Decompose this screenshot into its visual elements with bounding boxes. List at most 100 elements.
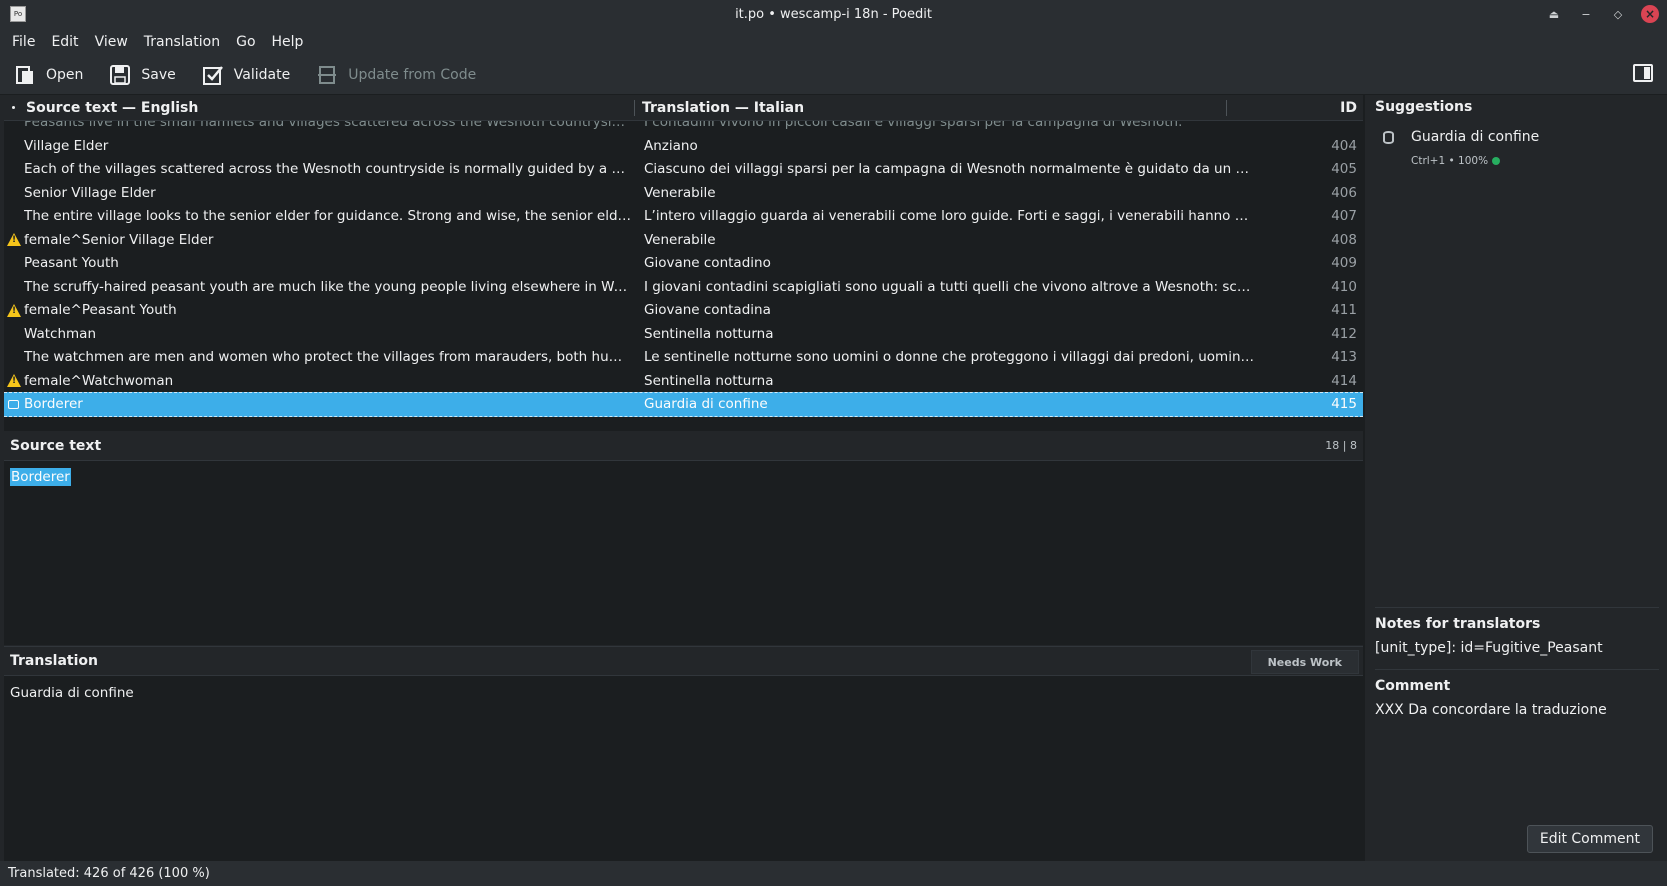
row-id: 407 <box>1331 208 1357 224</box>
row-translation: Anziano <box>644 137 698 154</box>
table-row[interactable]: The scruffy-haired peasant youth are muc… <box>4 274 1363 299</box>
table-row[interactable]: female^Senior Village Elder Venerabile 408 <box>4 227 1363 252</box>
save-button[interactable]: Save <box>109 64 176 86</box>
suggestions-title: Suggestions <box>1375 99 1473 115</box>
edit-comment-button[interactable]: Edit Comment <box>1526 825 1653 853</box>
source-text-label: Source text <box>10 437 102 454</box>
status-text: Translated: 426 of 426 (100 %) <box>8 866 210 881</box>
table-row-selected[interactable]: Borderer Guardia di confine 415 <box>4 391 1363 417</box>
close-icon[interactable]: × <box>1641 5 1659 23</box>
row-translation: Ciascuno dei villaggi sparsi per la camp… <box>644 161 1256 177</box>
row-translation: Sentinella notturna <box>644 372 774 389</box>
validate-check-icon <box>202 65 223 85</box>
validate-button[interactable]: Validate <box>202 64 290 86</box>
row-source: The watchmen are men and women who prote… <box>24 349 632 365</box>
row-source: Borderer <box>24 396 83 412</box>
maximize-icon[interactable]: ◇ <box>1609 5 1627 23</box>
table-row[interactable]: female^Peasant Youth Giovane contadina 411 <box>4 298 1363 323</box>
menu-edit[interactable]: Edit <box>43 34 86 50</box>
row-id: 409 <box>1331 255 1357 271</box>
comment-text: XXX Da concordare la traduzione <box>1375 702 1607 718</box>
table-row[interactable]: The entire village looks to the senior e… <box>4 204 1363 229</box>
table-row[interactable]: Watchman Sentinella notturna 412 <box>4 321 1363 346</box>
row-id: 405 <box>1331 161 1357 177</box>
menu-help[interactable]: Help <box>264 34 312 50</box>
table-row[interactable]: Each of the villages scattered across th… <box>4 157 1363 182</box>
save-label: Save <box>141 66 176 83</box>
suggestion-text: Guardia di confine <box>1411 129 1540 145</box>
row-id: 414 <box>1331 372 1357 389</box>
table-row[interactable]: Senior Village Elder Venerabile 406 <box>4 180 1363 205</box>
update-icon <box>318 65 337 84</box>
column-source[interactable]: Source text — English <box>26 100 198 116</box>
row-source: female^Peasant Youth <box>24 302 177 318</box>
row-translation: L’intero villaggio guarda ai venerabili … <box>644 208 1256 224</box>
row-source: female^Senior Village Elder <box>24 231 214 248</box>
row-translation: Venerabile <box>644 184 716 201</box>
row-translation: Guardia di confine <box>644 396 768 412</box>
sidebar-divider <box>1375 669 1659 670</box>
notes-text: [unit_type]: id=Fugitive_Peasant <box>1375 640 1603 656</box>
title-bar: Po it.po • wescamp-i 18n - Poedit ⏏ − ◇ … <box>0 0 1667 28</box>
warning-icon <box>7 233 21 246</box>
row-translation: Giovane contadino <box>644 255 771 271</box>
row-id: 415 <box>1331 396 1357 412</box>
strings-list: Source text — English Translation — Ital… <box>4 95 1363 431</box>
row-id: 406 <box>1331 184 1357 201</box>
warning-icon <box>7 303 21 317</box>
comment-icon <box>8 399 19 409</box>
status-bar: Translated: 426 of 426 (100 %) <box>0 861 1667 886</box>
sort-indicator-icon[interactable] <box>12 106 15 109</box>
list-body: Peasants live in the small hamlets and v… <box>4 121 1363 431</box>
row-source: Peasant Youth <box>24 255 119 271</box>
update-label: Update from Code <box>348 66 477 83</box>
open-button[interactable]: Open <box>14 64 83 86</box>
row-translation: I giovani contadini scapigliati sono ugu… <box>644 278 1256 295</box>
keep-above-icon[interactable]: ⏏ <box>1545 5 1563 23</box>
row-translation: Venerabile <box>644 231 716 248</box>
row-source: The entire village looks to the senior e… <box>24 208 632 224</box>
update-from-code-button[interactable]: Update from Code <box>316 64 476 86</box>
row-translation: Sentinella notturna <box>644 325 774 342</box>
warning-icon <box>7 374 21 387</box>
row-source: Senior Village Elder <box>24 184 156 201</box>
row-translation: I contadini vivono in piccoli casali e v… <box>644 121 1183 130</box>
table-row[interactable]: Peasant Youth Giovane contadino 409 <box>4 251 1363 276</box>
sidebar-divider <box>1375 607 1659 608</box>
translation-input[interactable]: Guardia di confine <box>4 676 1363 861</box>
open-file-icon <box>16 65 33 84</box>
row-id: 410 <box>1331 278 1357 295</box>
source-counts: 18 | 8 <box>1325 439 1357 452</box>
row-id: 412 <box>1331 325 1357 342</box>
row-id: 408 <box>1331 231 1357 248</box>
column-translation[interactable]: Translation — Italian <box>642 100 804 116</box>
row-translation: Giovane contadina <box>644 302 771 318</box>
menu-file[interactable]: File <box>4 34 43 50</box>
table-row[interactable]: female^Watchwoman Sentinella notturna 414 <box>4 368 1363 393</box>
menu-view[interactable]: View <box>87 34 136 50</box>
table-row[interactable]: Village Elder Anziano 404 <box>4 133 1363 158</box>
source-text-header: Source text 18 | 8 <box>4 431 1363 461</box>
window-title: it.po • wescamp-i 18n - Poedit <box>735 6 932 22</box>
poedit-app-icon[interactable]: Po <box>10 6 26 22</box>
column-separator[interactable] <box>634 100 635 116</box>
column-id[interactable]: ID <box>1340 100 1357 116</box>
row-source: Watchman <box>24 325 97 342</box>
row-id: 411 <box>1331 302 1357 318</box>
validate-label: Validate <box>233 66 291 83</box>
menu-translation[interactable]: Translation <box>136 34 228 50</box>
source-text-view[interactable]: Borderer <box>4 461 1363 645</box>
sidebar-toggle-icon[interactable] <box>1633 64 1653 82</box>
minimize-icon[interactable]: − <box>1577 5 1595 23</box>
menu-go[interactable]: Go <box>228 34 263 50</box>
toolbar: Open Save Validate Update from Code <box>0 55 1667 95</box>
row-id: 413 <box>1331 349 1357 365</box>
save-icon <box>110 64 131 85</box>
row-source: The scruffy-haired peasant youth are muc… <box>24 278 632 295</box>
translation-label: Translation <box>10 653 98 669</box>
menu-bar: File Edit View Translation Go Help <box>0 28 1667 55</box>
match-ok-icon <box>1492 157 1501 165</box>
column-separator[interactable] <box>1226 100 1227 116</box>
table-row[interactable]: The watchmen are men and women who prote… <box>4 345 1363 370</box>
needs-work-button[interactable]: Needs Work <box>1250 650 1359 674</box>
